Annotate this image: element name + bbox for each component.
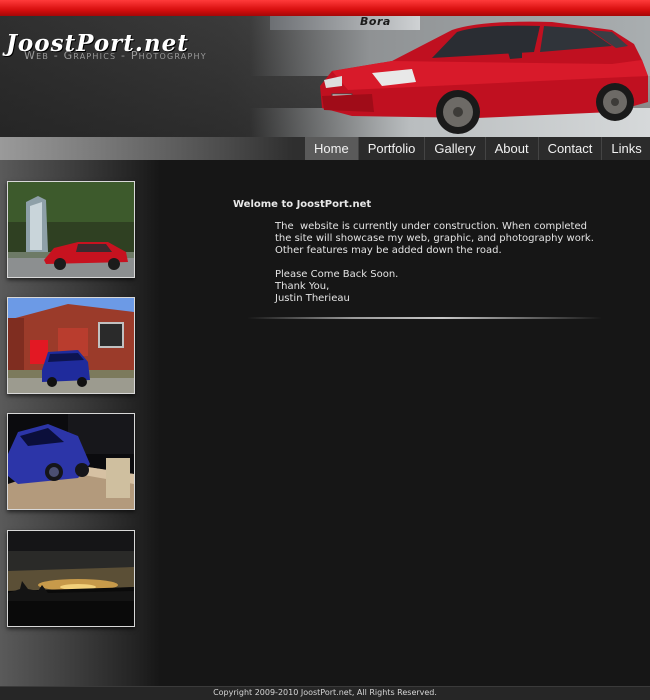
body-line-2: the site will showcase my web, graphic, …: [275, 233, 594, 244]
thumb-blue-car-building[interactable]: [7, 297, 135, 394]
blue-car-night-image: [8, 414, 134, 509]
site-tagline: Web - Graphics - Photography: [24, 49, 207, 62]
body-line-4: Please Come Back Soon.: [275, 269, 399, 280]
red-car-image: [320, 21, 648, 134]
site-footer: Copyright 2009-2010 JoostPort.net, All R…: [0, 686, 650, 700]
thumb-red-car-waterfall[interactable]: [7, 181, 135, 278]
welcome-heading: Welome to JoostPort.net: [233, 199, 372, 210]
thumb-sunset[interactable]: [7, 530, 135, 627]
content-divider: [247, 317, 602, 319]
body-line-5: Thank You,: [275, 281, 330, 292]
site-header: Bora JoostPort.net Web - Graphics - Phot…: [0, 16, 650, 137]
thumb-blue-car-night[interactable]: [7, 413, 135, 510]
nav-item-portfolio[interactable]: Portfolio: [359, 137, 426, 160]
body-line-3: Other features may be added down the roa…: [275, 245, 502, 256]
nav-item-contact[interactable]: Contact: [539, 137, 603, 160]
thumbnail-sidebar: [0, 160, 160, 686]
nav-item-home[interactable]: Home: [305, 137, 359, 160]
top-accent-stripe: [0, 0, 650, 16]
body-line-6: Justin Therieau: [275, 293, 350, 304]
main-nav: Home Portfolio Gallery About Contact Lin…: [305, 137, 650, 160]
body-line-1: The website is currently under construct…: [275, 221, 587, 232]
copyright-text: Copyright 2009-2010 JoostPort.net, All R…: [213, 688, 437, 697]
nav-item-links[interactable]: Links: [602, 137, 650, 160]
blue-car-building-image: [8, 298, 134, 393]
red-car-waterfall-image: [8, 182, 134, 277]
nav-item-about[interactable]: About: [486, 137, 539, 160]
nav-item-gallery[interactable]: Gallery: [425, 137, 486, 160]
sunset-image: [8, 531, 134, 626]
